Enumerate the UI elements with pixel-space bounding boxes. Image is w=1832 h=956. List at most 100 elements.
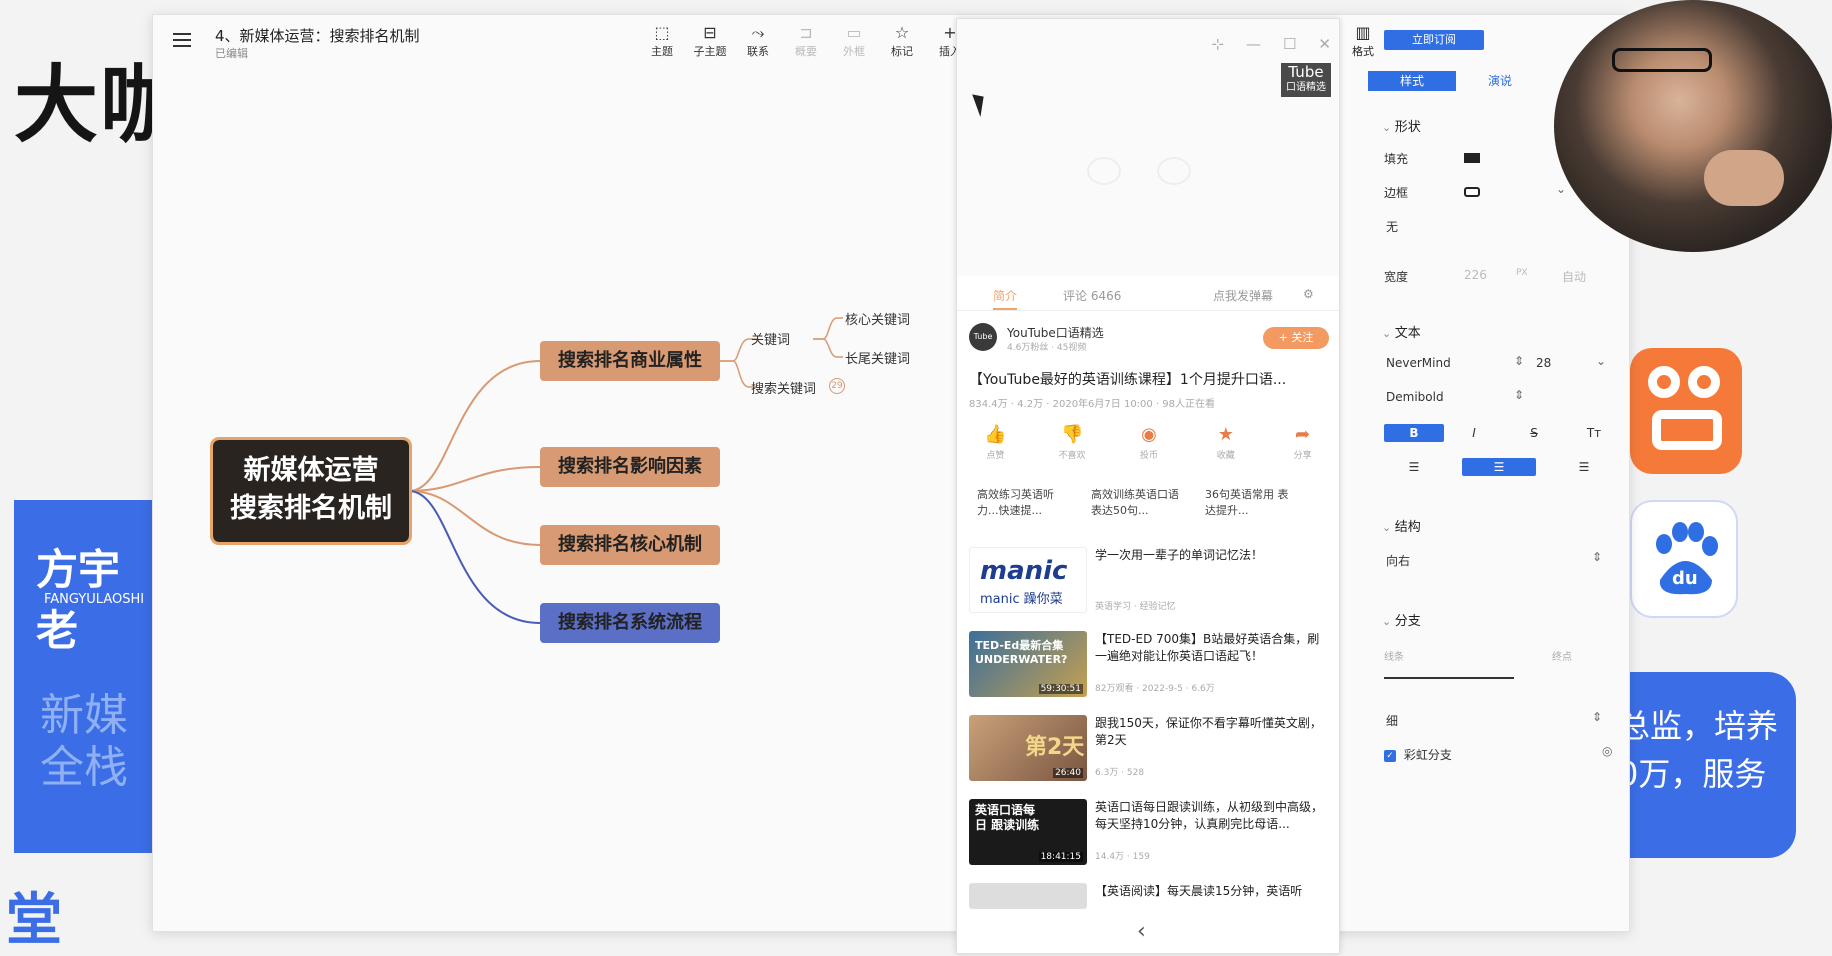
thumbs-down-icon: 👎 <box>1060 424 1084 445</box>
rainbow-color-icon[interactable]: ◎ <box>1602 744 1612 758</box>
tab-intro[interactable]: 简介 <box>993 287 1018 310</box>
section-structure[interactable]: 结构 <box>1382 516 1421 535</box>
recommendation-title: 【英语阅读】每天晨读15分钟，英语听 <box>1095 884 1303 898</box>
branch-line-row[interactable] <box>1384 670 1604 684</box>
width-unit: PX <box>1516 268 1528 278</box>
recommendation-item[interactable]: 【英语阅读】每天晨读15分钟，英语听 <box>969 883 1329 913</box>
video-player[interactable]: ⊹ — ☐ ✕ Tube 口语精选 <box>957 19 1339 276</box>
tab-danmaku[interactable]: 点我发弹幕 <box>1213 287 1273 304</box>
section-shape[interactable]: 形状 <box>1382 116 1421 135</box>
thickness-row[interactable]: 细 ⇕ <box>1384 710 1604 729</box>
recommendation-thumbnail <box>969 883 1087 909</box>
tab-comments[interactable]: 评论 6466 <box>1063 287 1121 304</box>
subtopic-long-tail-keyword[interactable]: 长尾关键词 <box>845 348 910 367</box>
width-row: 宽度 226 PX 自动 <box>1384 268 1604 285</box>
recommendation-item[interactable]: 第2天 26:40 跟我150天，保证你不看字幕听懂英文剧，第2天 6.3万 ·… <box>969 715 1329 785</box>
stepper-icon[interactable]: ⇕ <box>1592 710 1602 724</box>
channel-avatar[interactable]: Tube <box>969 323 997 351</box>
subscribe-button[interactable]: 立即订阅 <box>1384 30 1484 50</box>
subtopic-core-keyword[interactable]: 核心关键词 <box>845 309 910 328</box>
webcam-person <box>1612 48 1712 72</box>
duration-label: 18:41:15 <box>1038 852 1083 862</box>
italic-button[interactable]: I <box>1444 424 1504 442</box>
line-style-select[interactable] <box>1384 676 1514 679</box>
thumbnail-caption: TED-Ed最新合集 UNDERWATER? <box>975 639 1068 666</box>
recommendation-meta: 14.4万 · 159 <box>1095 852 1150 862</box>
tab-style[interactable]: 样式 <box>1368 71 1456 91</box>
subtopic-search-keyword[interactable]: 搜索关键词 <box>751 378 816 397</box>
back-chevron-icon[interactable]: ‹ <box>1137 919 1146 944</box>
mobile-video-overlay: ⊹ — ☐ ✕ Tube 口语精选 简介 评论 6466 点我发弹幕 ⚙ Tub… <box>956 18 1340 954</box>
share-button[interactable]: ➦ 分享 <box>1283 424 1323 461</box>
video-tabs: 简介 评论 6466 点我发弹幕 ⚙ <box>957 281 1339 311</box>
text-case-button[interactable]: Tт <box>1564 424 1624 442</box>
chevron-down-icon[interactable]: ⌄ <box>1596 354 1606 368</box>
bold-button[interactable]: B <box>1384 424 1444 442</box>
rainbow-branch-row[interactable]: ✓ 彩虹分支 ◎ <box>1384 744 1612 763</box>
recommendation-thumbnail: 英语口语每日 跟读训练 18:41:15 <box>969 799 1087 865</box>
like-button[interactable]: 👍 点赞 <box>975 424 1015 461</box>
favorite-label: 收藏 <box>1216 451 1235 461</box>
danmaku-settings-icon[interactable]: ⚙ <box>1303 287 1314 301</box>
align-right-icon[interactable]: ☰ <box>1554 458 1614 476</box>
stepper-icon[interactable]: ⇕ <box>1514 388 1524 402</box>
star-icon: ★ <box>1217 424 1234 445</box>
bg-left-card: 方宇老 FANGYULAOSHI 新媒 全栈 <box>14 500 154 853</box>
rainbow-branch-checkbox[interactable]: ✓ <box>1384 749 1396 762</box>
topic-influence-factors[interactable]: 搜索排名影响因素 <box>540 447 720 487</box>
stepper-icon[interactable]: ⇕ <box>1514 354 1524 368</box>
video-title[interactable]: 【YouTube最好的英语训练课程】1个月提升口语... <box>969 369 1329 389</box>
recommendation-item[interactable]: manic manic 躁你菜 学一次用一辈子的单词记忆法！ 英语学习 · 经验… <box>969 547 1329 617</box>
recommendation-title: 跟我150天，保证你不看字幕听懂英文剧，第2天 <box>1095 716 1322 747</box>
pin-icon[interactable]: ⊹ <box>1211 35 1224 53</box>
related-item[interactable]: 高效练习英语听力...快速提... <box>977 487 1069 519</box>
collapsed-count-badge[interactable]: 29 <box>829 378 845 394</box>
topic-core-mechanism[interactable]: 搜索排名核心机制 <box>540 525 720 565</box>
favorite-button[interactable]: ★ 收藏 <box>1206 424 1246 461</box>
channel-name[interactable]: YouTube口语精选 <box>1007 324 1104 341</box>
align-left-icon[interactable]: ☰ <box>1384 458 1444 476</box>
fill-shape-select[interactable] <box>1464 150 1480 164</box>
width-auto[interactable]: 自动 <box>1562 268 1586 285</box>
thickness-select: 细 <box>1386 714 1399 728</box>
section-branch[interactable]: 分支 <box>1382 610 1421 629</box>
border-shape-select[interactable] <box>1464 184 1480 198</box>
chevron-down-icon[interactable]: ⌄ <box>1556 182 1566 196</box>
font-size-input[interactable]: 28 <box>1536 356 1551 370</box>
webcam-overlay <box>1554 0 1832 252</box>
tab-present[interactable]: 演说 <box>1456 71 1544 91</box>
strikethrough-button[interactable]: S <box>1504 424 1564 442</box>
subtopic-keyword[interactable]: 关键词 <box>751 329 790 348</box>
coin-button[interactable]: ◉ 投币 <box>1129 424 1169 461</box>
recommendation-thumbnail: 第2天 26:40 <box>969 715 1087 781</box>
close-icon[interactable]: ✕ <box>1318 35 1331 53</box>
minimize-icon[interactable]: — <box>1246 35 1261 53</box>
align-center-icon[interactable]: ☰ <box>1462 458 1536 476</box>
dislike-label: 不喜欢 <box>1058 451 1086 461</box>
topic-commercial-attributes[interactable]: 搜索排名商业属性 <box>540 341 720 381</box>
follow-button[interactable]: + 关注 <box>1263 327 1329 349</box>
kuaishou-logo-icon <box>1630 348 1742 474</box>
border-style-row[interactable]: 无 <box>1384 218 1604 235</box>
width-input[interactable]: 226 <box>1464 268 1487 282</box>
related-tags: 高效练习英语听力...快速提... 高效训练英语口语 表达50句... 36句英… <box>977 487 1327 519</box>
recommendation-item[interactable]: 英语口语每日 跟读训练 18:41:15 英语口语每日跟读训练，从初级到中高级，… <box>969 799 1329 869</box>
related-item[interactable]: 高效训练英语口语 表达50句... <box>1091 487 1183 519</box>
stepper-icon[interactable]: ⇕ <box>1592 550 1602 564</box>
related-item[interactable]: 36句英语常用 表达提升... <box>1205 487 1297 519</box>
font-weight-row[interactable]: Demibold ⇕ <box>1384 388 1604 404</box>
structure-row[interactable]: 向右 ⇕ <box>1384 550 1604 569</box>
recommendation-title: 英语口语每日跟读训练，从初级到中高级，每天坚持10分钟，认真刷完比母语... <box>1095 800 1324 831</box>
section-text[interactable]: 文本 <box>1382 322 1421 341</box>
watermark-subtext: 口语精选 <box>1286 82 1326 93</box>
mindmap-root-node[interactable]: 新媒体运营 搜索排名机制 <box>210 437 412 545</box>
maximize-icon[interactable]: ☐ <box>1283 35 1296 53</box>
line-label: 线条 <box>1384 652 1404 663</box>
dislike-button[interactable]: 👎 不喜欢 <box>1052 424 1092 461</box>
baidu-logo-icon: du <box>1630 500 1738 618</box>
topic-system-process[interactable]: 搜索排名系统流程 <box>540 603 720 643</box>
coin-label: 投币 <box>1139 451 1158 461</box>
recommendation-thumbnail: manic manic 躁你菜 <box>969 547 1087 613</box>
recommendation-item[interactable]: TED-Ed最新合集 UNDERWATER? 59:30:51 【TED-ED … <box>969 631 1329 701</box>
font-family-row[interactable]: NeverMind ⇕ 28 ⌄ <box>1384 354 1606 370</box>
